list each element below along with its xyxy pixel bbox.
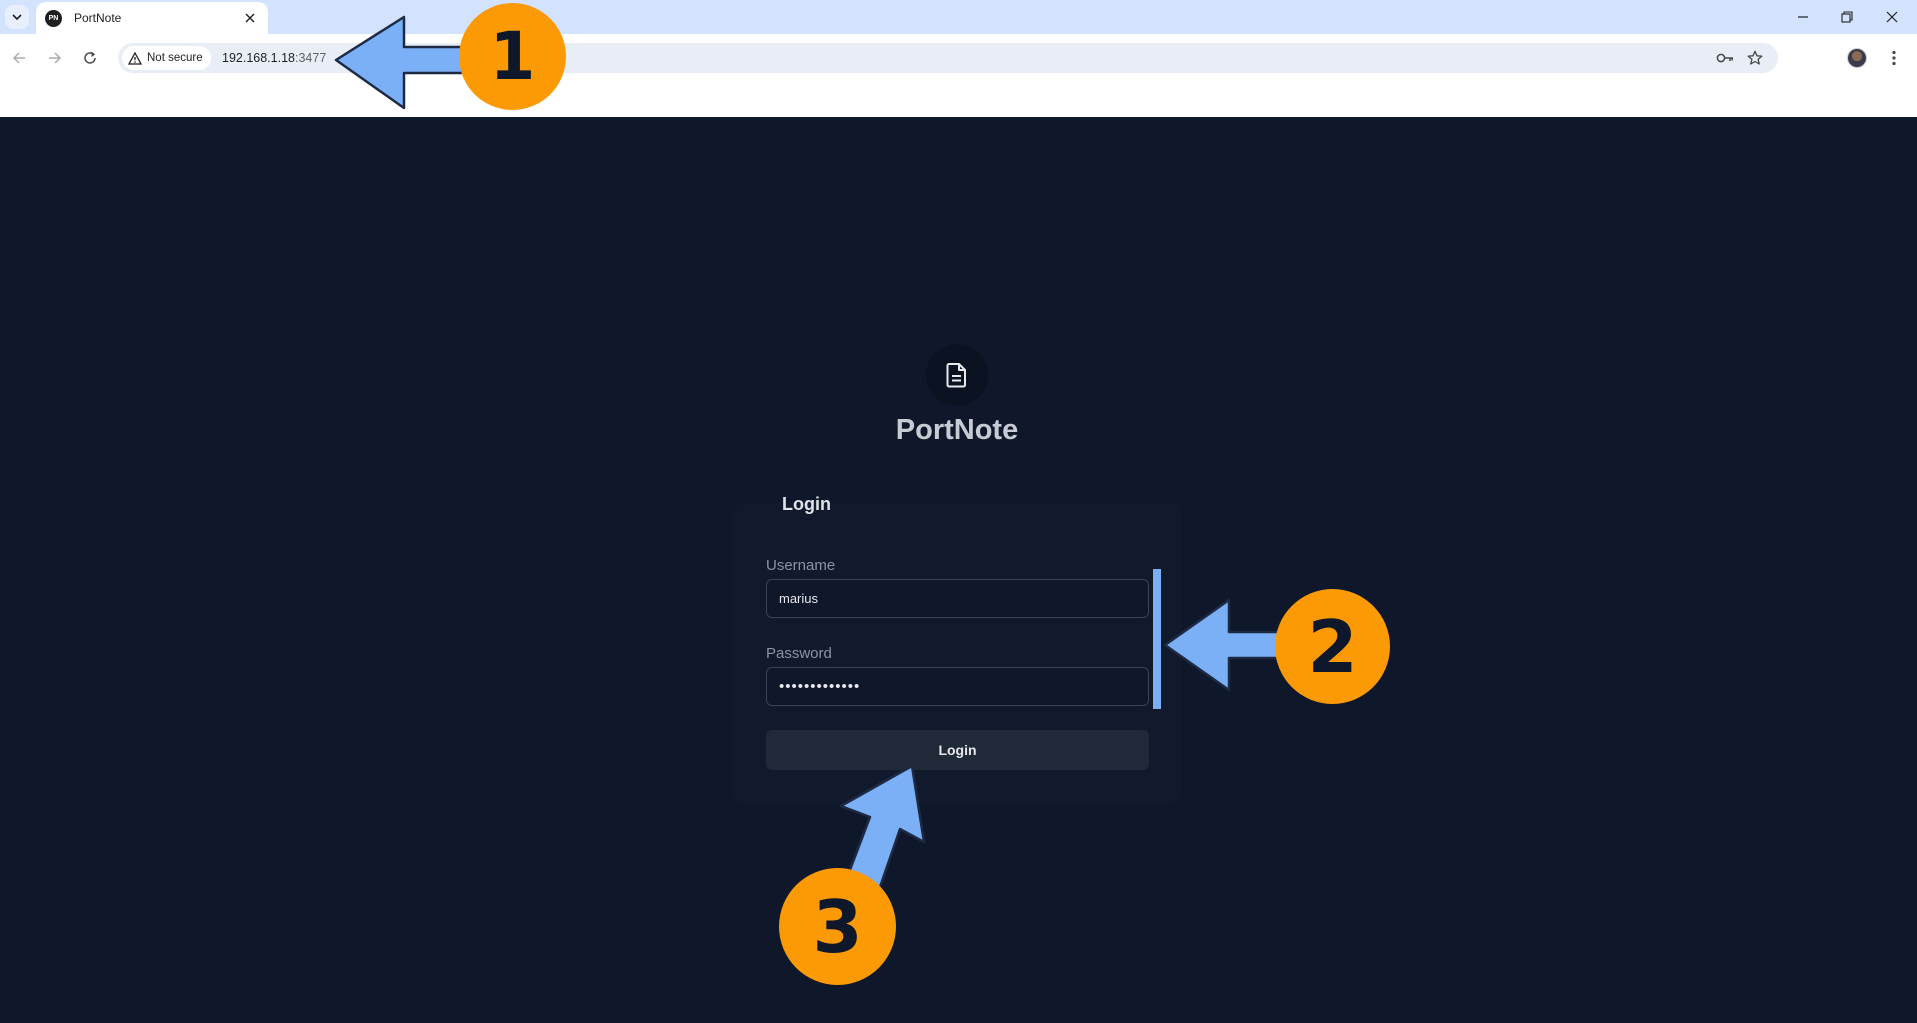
step-1-badge: 1 [459, 3, 566, 110]
password-key-button[interactable] [1715, 48, 1735, 68]
key-icon [1716, 53, 1733, 63]
tab-close-button[interactable] [240, 8, 260, 28]
close-icon [1886, 11, 1898, 23]
security-label: Not secure [147, 52, 203, 64]
login-card-title: Login [782, 494, 831, 514]
step-3-badge: 3 [779, 868, 896, 985]
address-bar[interactable]: Not secure 192.168.1.18:3477 [118, 43, 1778, 73]
url-text[interactable]: 192.168.1.18:3477 [222, 51, 326, 65]
reload-button[interactable] [76, 44, 104, 72]
document-icon [946, 363, 966, 388]
login-button[interactable]: Login [766, 730, 1149, 770]
close-icon [245, 13, 255, 23]
tab-search-button[interactable] [5, 5, 29, 29]
profile-avatar[interactable] [1847, 48, 1867, 68]
arrow-left-icon [12, 52, 25, 64]
form-highlight-bar [1153, 569, 1161, 709]
minimize-window-button[interactable] [1790, 4, 1816, 30]
star-icon [1747, 50, 1763, 65]
warning-icon [128, 51, 142, 65]
minimize-icon [1798, 16, 1808, 18]
password-label: Password [766, 645, 832, 662]
password-input[interactable] [766, 667, 1149, 706]
app-logo [926, 344, 988, 406]
browser-toolbar: Not secure 192.168.1.18:3477 [0, 34, 1917, 117]
url-port: :3477 [295, 51, 327, 65]
username-label: Username [766, 557, 836, 574]
bookmark-button[interactable] [1745, 48, 1765, 68]
forward-button[interactable] [41, 44, 69, 72]
username-input[interactable] [766, 579, 1149, 618]
portnote-favicon-icon: PN [45, 9, 62, 27]
browser-tab-portnote[interactable]: PN PortNote [36, 2, 268, 34]
browser-tab-strip: PN PortNote [0, 0, 1917, 34]
site-info-chip[interactable]: Not secure [122, 46, 211, 70]
more-vertical-icon [1892, 50, 1896, 66]
app-title: PortNote [895, 414, 1019, 446]
restore-icon [1841, 11, 1853, 23]
close-window-button[interactable] [1879, 4, 1905, 30]
url-host: 192.168.1.18 [222, 51, 295, 65]
restore-window-button[interactable] [1834, 4, 1860, 30]
reload-icon [84, 51, 96, 64]
step-2-badge: 2 [1275, 589, 1390, 704]
chevron-down-icon [12, 14, 22, 21]
browser-menu-button[interactable] [1883, 46, 1905, 70]
tab-title: PortNote [74, 11, 122, 25]
arrow-right-icon [49, 52, 62, 64]
back-button[interactable] [5, 44, 33, 72]
